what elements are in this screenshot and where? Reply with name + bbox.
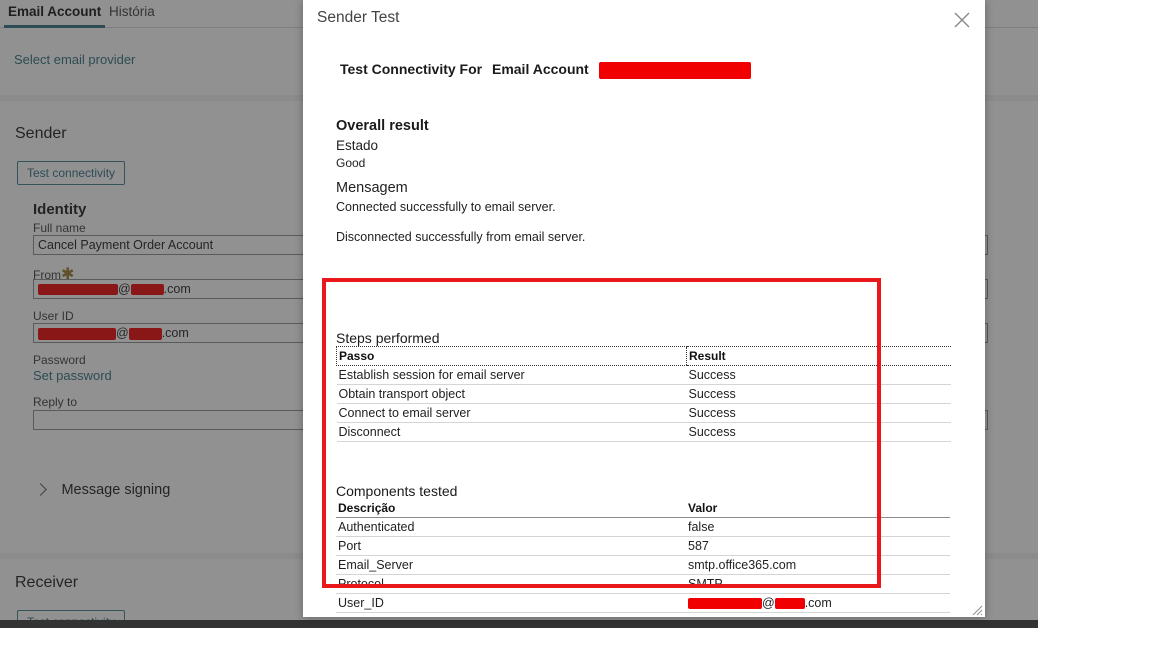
step-name: Disconnect [336,422,687,442]
message-line-1: Connected successfully to email server. [336,200,556,214]
table-row: Protocol SMTP [336,574,950,594]
step-result: Success [686,403,951,423]
resize-grip-icon[interactable] [971,603,983,616]
steps-performed-table: Passo Result Establish session for email… [336,346,951,442]
steps-col-passo: Passo [336,346,687,366]
components-col-descricao: Descrição [336,499,686,518]
table-row: Establish session for email server Succe… [336,365,951,385]
table-row: Connect to email server Success [336,403,951,423]
dialog-header: Sender Test [303,0,985,40]
table-row: Obtain transport object Success [336,384,951,404]
step-result: Success [686,365,951,385]
step-result: Success [686,384,951,404]
component-value: SMTP [686,574,950,594]
redaction-bar [598,61,751,79]
step-result: Success [686,422,951,442]
component-value: false [686,517,950,537]
message-line-2: Disconnected successfully from email ser… [336,230,586,244]
step-name: Establish session for email server [336,365,687,385]
redaction-bar [688,598,762,610]
heading-prefix: Test Connectivity For [340,61,483,77]
status-value: Good [336,156,366,170]
steps-performed-block: Steps performed Passo Result Establish s… [303,330,985,442]
components-tested-title: Components tested [336,483,458,499]
redaction-bar [774,598,805,610]
component-name: Port [336,536,686,556]
table-row: Email_Server smtp.office365.com [336,555,950,575]
table-header-row: Passo Result [336,346,951,366]
table-row: User_ID @ .com [336,593,950,613]
component-value: smtp.office365.com [686,555,950,575]
step-name: Obtain transport object [336,384,687,404]
table-row: Port 587 [336,536,950,556]
screen-root: Email Account História Select email prov… [0,0,1152,648]
steps-col-result: Result [686,346,951,366]
steps-performed-title: Steps performed [336,330,440,346]
component-value: 587 [686,536,950,556]
status-label: Estado [336,138,379,153]
table-row: Authenticated false [336,517,950,537]
components-col-valor: Valor [686,499,950,518]
test-connectivity-heading: Test Connectivity For Email Account [340,61,751,79]
overall-result-title: Overall result [336,118,429,134]
dialog-title: Sender Test [317,9,400,26]
close-icon[interactable] [949,7,975,33]
heading-entity: Email Account [491,61,589,77]
table-header-row: Descrição Valor [336,499,950,518]
component-name: Protocol [336,574,686,594]
message-label: Mensagem [336,180,408,196]
dialog-body: Test Connectivity For Email Account Over… [303,40,985,617]
components-tested-block: Components tested Descrição Valor Authen… [303,483,985,613]
component-name: User_ID [336,593,686,613]
component-name: Email_Server [336,555,686,575]
table-row: Disconnect Success [336,422,951,442]
sender-test-dialog: Sender Test Test Connectivity For Email … [303,0,985,617]
component-name: Authenticated [336,517,686,537]
step-name: Connect to email server [336,403,687,423]
component-value: @ .com [686,593,950,613]
components-tested-table: Descrição Valor Authenticated false Port… [336,499,950,613]
